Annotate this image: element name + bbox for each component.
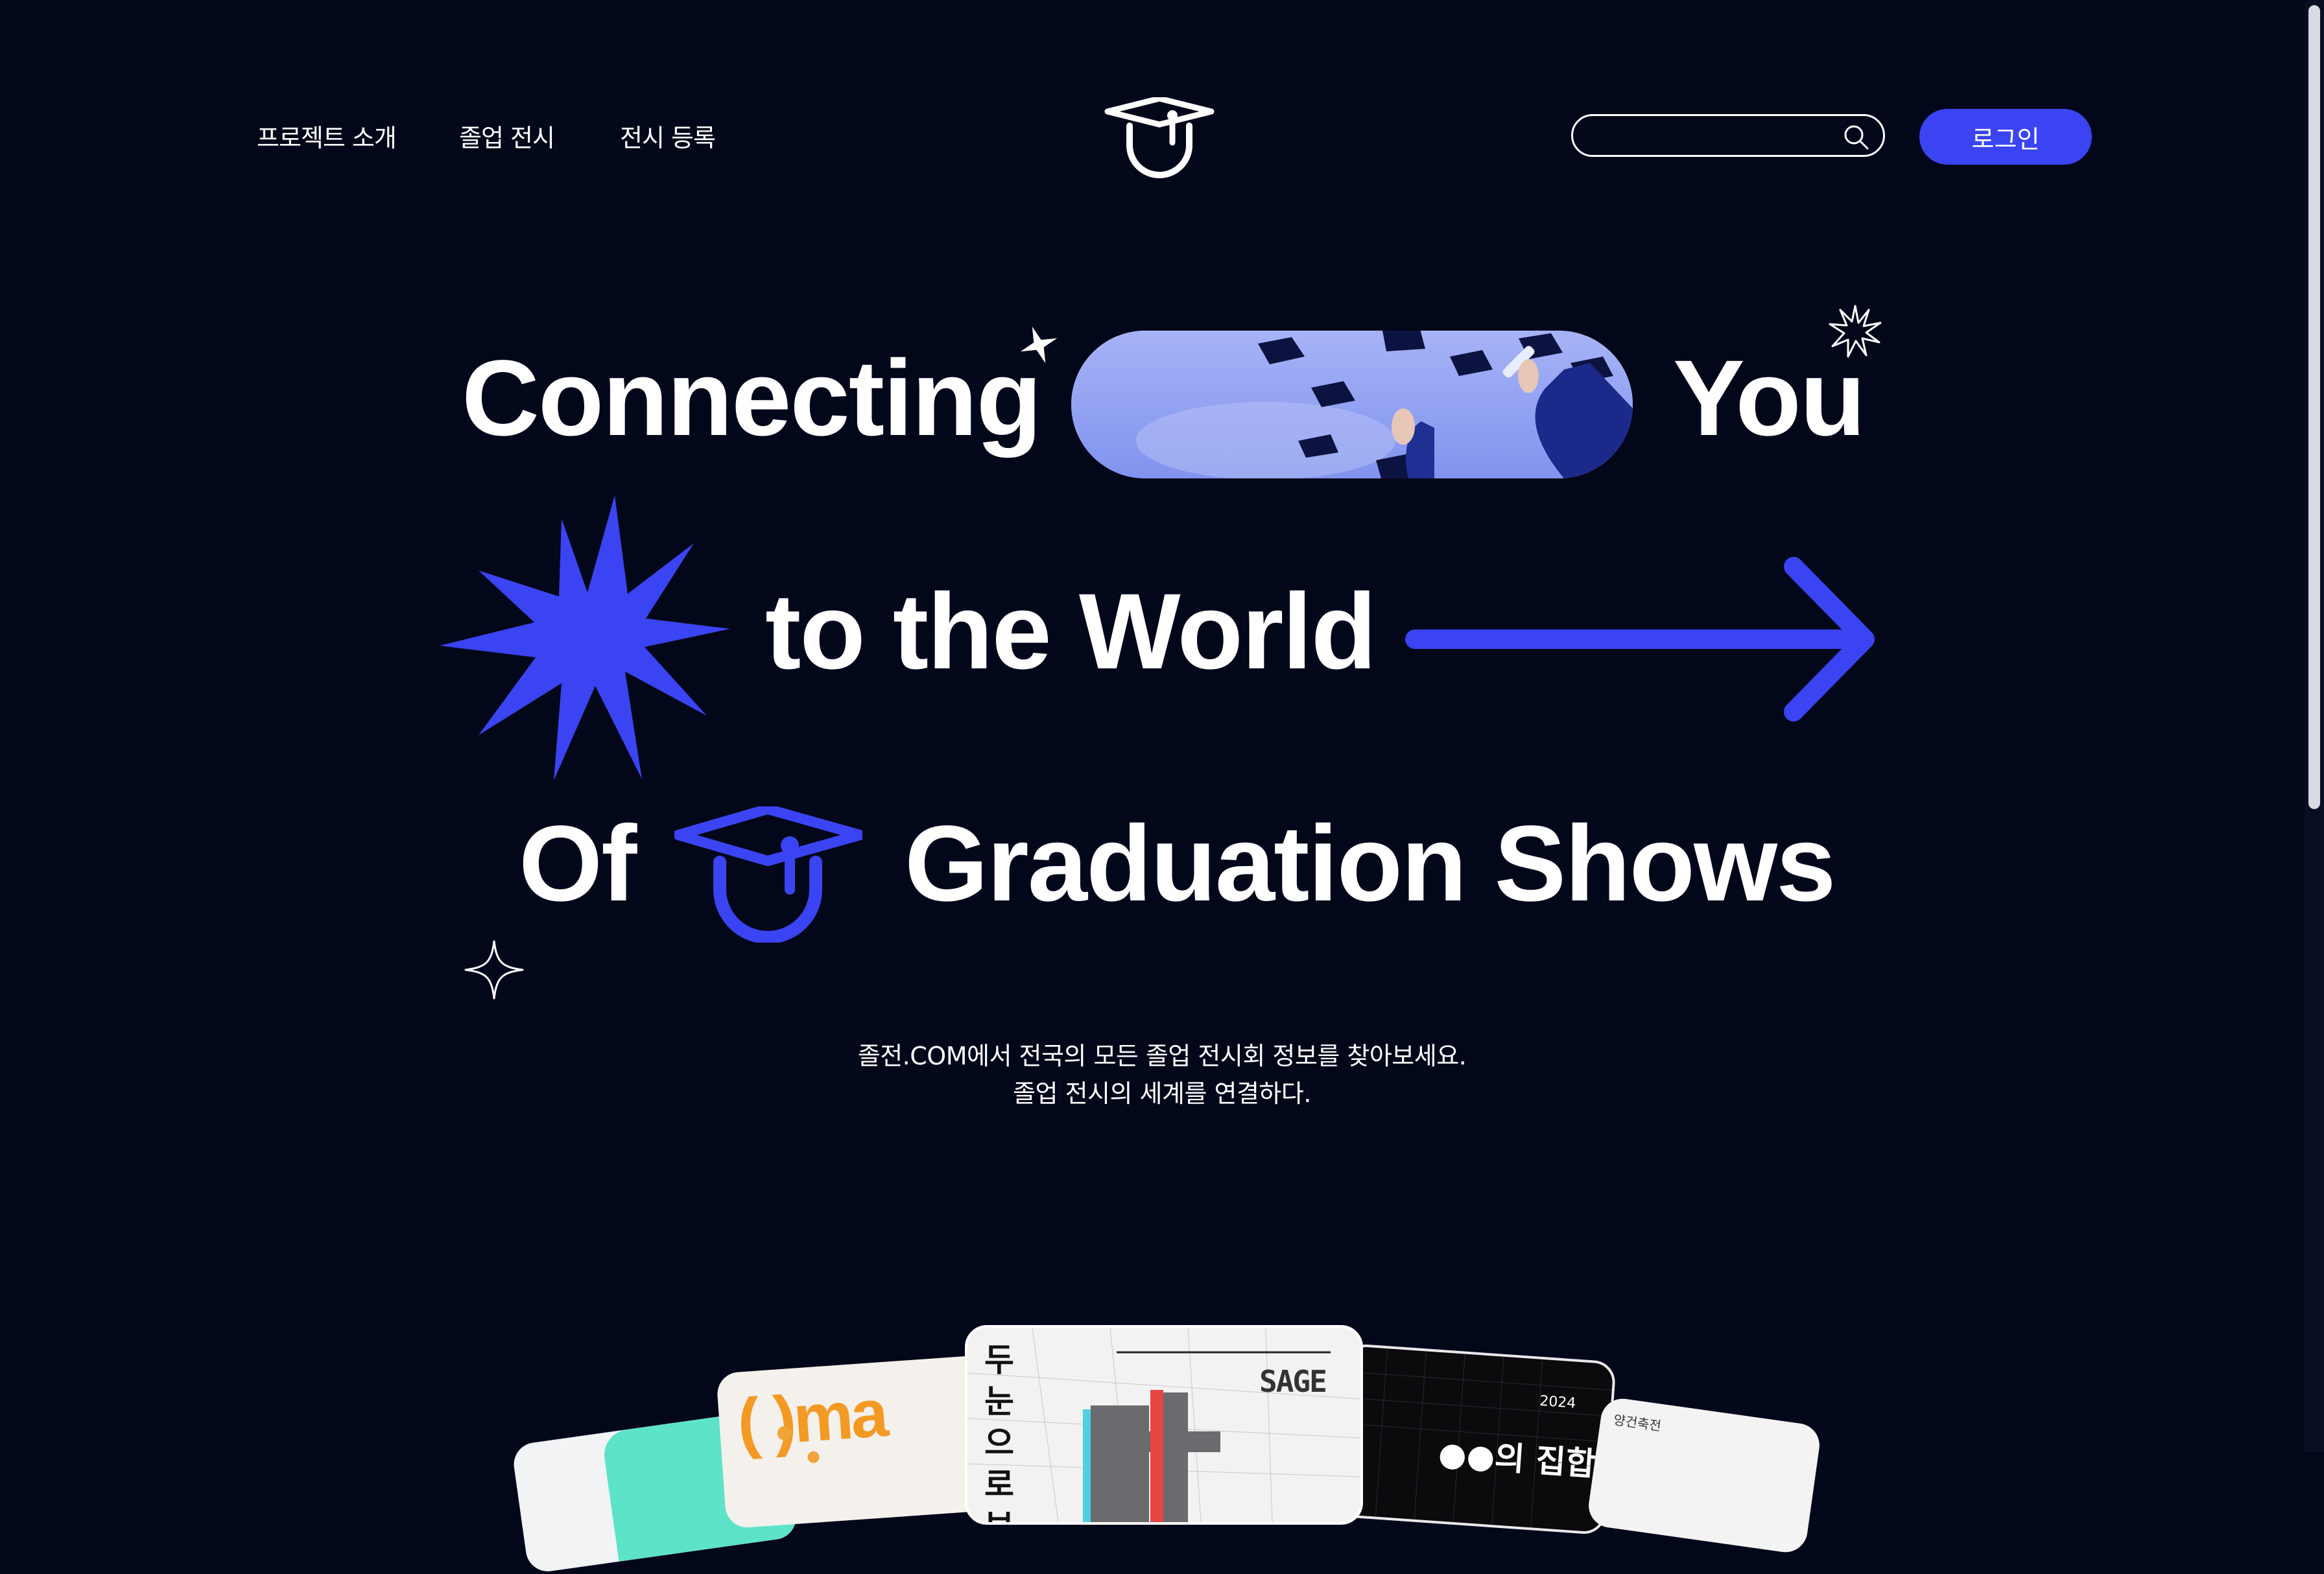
poster-caption: 양건축전	[1612, 1411, 1663, 1434]
nav-register-show[interactable]: 전시 등록	[620, 118, 716, 154]
hero-subtitle-line2: 졸업 전시의 세계를 연결하다.	[1013, 1079, 1311, 1108]
hero-subtitle-line1: 졸전.COM에서 전국의 모든 졸업 전시회 정보를 찾아보세요.	[857, 1042, 1467, 1070]
graduation-photo-pill	[1071, 331, 1633, 478]
nav-project-intro[interactable]: 프로젝트 소개	[257, 118, 397, 154]
landing-page: 프로젝트 소개 졸업 전시 전시 등록 로그인 Connecting You t…	[0, 0, 2324, 1574]
arrow-right-icon	[1405, 557, 1875, 722]
poster-year: 2024	[1539, 1392, 1577, 1412]
hero-word-of: Of	[519, 804, 637, 924]
graduation-cap-logo-icon[interactable]	[1102, 97, 1216, 182]
blue-starburst-icon	[440, 495, 730, 781]
login-button[interactable]: 로그인	[1919, 109, 2092, 165]
scrollbar-thumb[interactable]	[2308, 5, 2320, 809]
hero-words-graduation-shows: Graduation Shows	[905, 804, 1836, 924]
poster-badge: SAGE	[1259, 1364, 1327, 1399]
sparkle-icon	[1020, 326, 1058, 364]
search-box[interactable]	[1571, 114, 1885, 157]
poster-title: 두 눈으로 보기	[984, 1341, 1018, 1522]
poster-card[interactable]: ( )ma	[716, 1354, 999, 1529]
nav-graduation-shows[interactable]: 졸업 전시	[459, 118, 555, 154]
hero-line-to-the-world: to the World	[765, 572, 1377, 692]
graduation-caps-photo	[1071, 331, 1633, 478]
search-icon[interactable]	[1842, 123, 1870, 151]
poster-card[interactable]: 두 눈으로 보기 SAGE	[965, 1325, 1363, 1525]
poster-card[interactable]: 양건축전	[1585, 1396, 1823, 1555]
poster-card[interactable]: 2024 ●●의 집합	[1334, 1343, 1617, 1536]
poster-title: ( )ma	[735, 1375, 888, 1461]
poster-grid	[967, 1328, 1360, 1522]
search-input[interactable]	[1589, 121, 1838, 151]
starburst-outline-icon	[1829, 305, 1882, 358]
hero-word-connecting: Connecting	[462, 338, 1042, 458]
blue-graduation-cap-icon	[674, 806, 862, 943]
page-scrollbar[interactable]	[2305, 0, 2324, 1452]
poster-dot	[807, 1451, 820, 1464]
sparkle-outline-icon	[464, 940, 524, 1000]
